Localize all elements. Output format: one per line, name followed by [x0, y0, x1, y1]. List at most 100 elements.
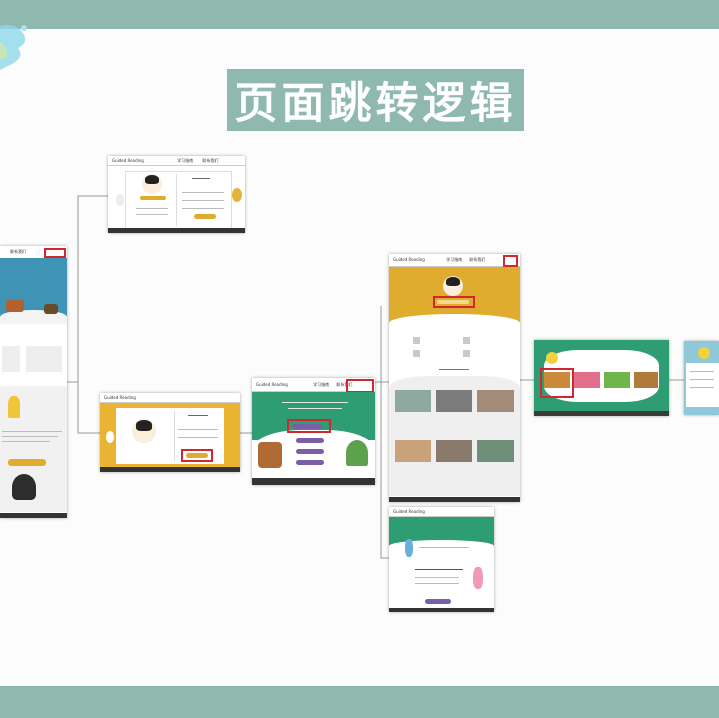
- input-line: [178, 429, 218, 430]
- tree-illustration: [346, 440, 368, 466]
- feature-card: [26, 346, 62, 372]
- menu-button: [296, 460, 324, 465]
- thumb-nav: Guided Reading: [100, 393, 240, 403]
- avatar-button: [140, 196, 166, 200]
- feature-card: [2, 346, 20, 372]
- sun-icon: [698, 347, 710, 359]
- thumb-footer: [108, 228, 245, 233]
- form-title-line: [192, 178, 210, 179]
- book-image: [395, 440, 431, 462]
- thumb-nav: Guided Reading 学习指南 联系我们: [389, 254, 520, 267]
- thumb-story-detail-page: [684, 341, 719, 415]
- snowman-decoration: [116, 194, 124, 206]
- text-line: [2, 441, 50, 442]
- highlight-story-card: [540, 368, 574, 398]
- hero-illustration: [6, 300, 24, 312]
- hero-text-line: [288, 408, 342, 409]
- sun-icon: [546, 352, 558, 364]
- thumb-footer: [534, 411, 669, 416]
- avatar-girl: [142, 174, 162, 194]
- girl-figure: [473, 567, 483, 589]
- feature-icon: [463, 350, 470, 357]
- thumb-footer: [389, 497, 520, 502]
- highlight-profile-button: [433, 296, 475, 308]
- thumb-homepage: 联系我们: [0, 246, 67, 518]
- thumb-nav: Guided Reading: [389, 507, 494, 517]
- highlight-menu-button: [287, 419, 331, 433]
- thumb-login-page: Guided Reading: [100, 393, 240, 472]
- nav-text: 联系我们: [10, 249, 26, 254]
- character-decoration: [232, 188, 242, 202]
- highlight-exit-button: [503, 255, 518, 267]
- text-line: [2, 436, 58, 437]
- story-card: [634, 372, 658, 388]
- panel-divider: [176, 174, 177, 226]
- feature-icon: [413, 350, 420, 357]
- thumb-footer: [389, 608, 494, 612]
- kids-illustration: [258, 442, 282, 468]
- header-wave: [389, 314, 520, 332]
- section-heading-line: [439, 369, 469, 370]
- panel-divider: [174, 411, 175, 461]
- thumb-profile-page: Guided Reading 学习指南 联系我们: [389, 254, 520, 502]
- graduate-figure: [8, 396, 20, 418]
- thumb-nav: Guided Reading 学习指南 联系我们: [108, 156, 245, 166]
- text-line: [690, 371, 714, 372]
- content-panel: [686, 363, 719, 407]
- nav-item: 学习指南: [313, 382, 330, 387]
- hero-text-line: [282, 402, 348, 403]
- book-image: [477, 440, 514, 462]
- nav-brand: Guided Reading: [104, 395, 136, 400]
- nav-item: 联系我们: [469, 257, 486, 262]
- thumb-reading-page: Guided Reading: [389, 507, 494, 612]
- highlight-login: [44, 248, 66, 258]
- text-line: [690, 387, 714, 388]
- book-image: [477, 390, 514, 412]
- book-image: [436, 390, 472, 412]
- thumb-guide-page: Guided Reading 学习指南 联系我们: [252, 378, 375, 485]
- thumb-footer: [0, 513, 67, 518]
- nav-brand: Guided Reading: [256, 382, 288, 387]
- nav-brand: Guided Reading: [112, 158, 144, 163]
- thumb-footer: [252, 478, 375, 485]
- register-panel: [125, 171, 232, 231]
- input-line: [136, 214, 168, 215]
- text-line: [415, 577, 459, 578]
- nav-item: 联系我们: [202, 158, 219, 163]
- menu-button: [296, 449, 324, 454]
- reading-figure: [12, 474, 36, 500]
- nav-item: 学习指南: [177, 158, 194, 163]
- text-line: [419, 547, 469, 548]
- snowman-decoration: [106, 431, 114, 443]
- thumb-register-page: Guided Reading 学习指南 联系我们: [108, 156, 245, 233]
- input-line: [178, 437, 218, 438]
- highlight-user-menu: [346, 379, 374, 393]
- input-line: [136, 208, 168, 209]
- boy-figure: [405, 539, 413, 557]
- hero-illustration: [44, 304, 58, 314]
- register-submit-button: [194, 214, 216, 219]
- book-image: [436, 440, 472, 462]
- story-card: [604, 372, 630, 388]
- nav-brand: Guided Reading: [393, 509, 425, 514]
- nav-brand: Guided Reading: [393, 257, 425, 262]
- text-line: [415, 569, 463, 570]
- story-card: [574, 372, 600, 388]
- input-line: [182, 208, 224, 209]
- feature-icon: [463, 337, 470, 344]
- next-button: [425, 599, 451, 604]
- book-image: [395, 390, 431, 412]
- text-line: [2, 431, 62, 432]
- thumb-story-page: [534, 340, 669, 416]
- menu-button: [296, 438, 324, 443]
- cta-button: [8, 459, 46, 466]
- input-line: [182, 200, 224, 201]
- nav-item: 学习指南: [446, 257, 463, 262]
- avatar-girl: [132, 419, 156, 443]
- text-line: [415, 583, 459, 584]
- feature-icon: [413, 337, 420, 344]
- form-title-line: [188, 415, 208, 416]
- thumb-footer: [100, 467, 240, 472]
- text-line: [690, 379, 714, 380]
- profile-avatar: [443, 276, 463, 296]
